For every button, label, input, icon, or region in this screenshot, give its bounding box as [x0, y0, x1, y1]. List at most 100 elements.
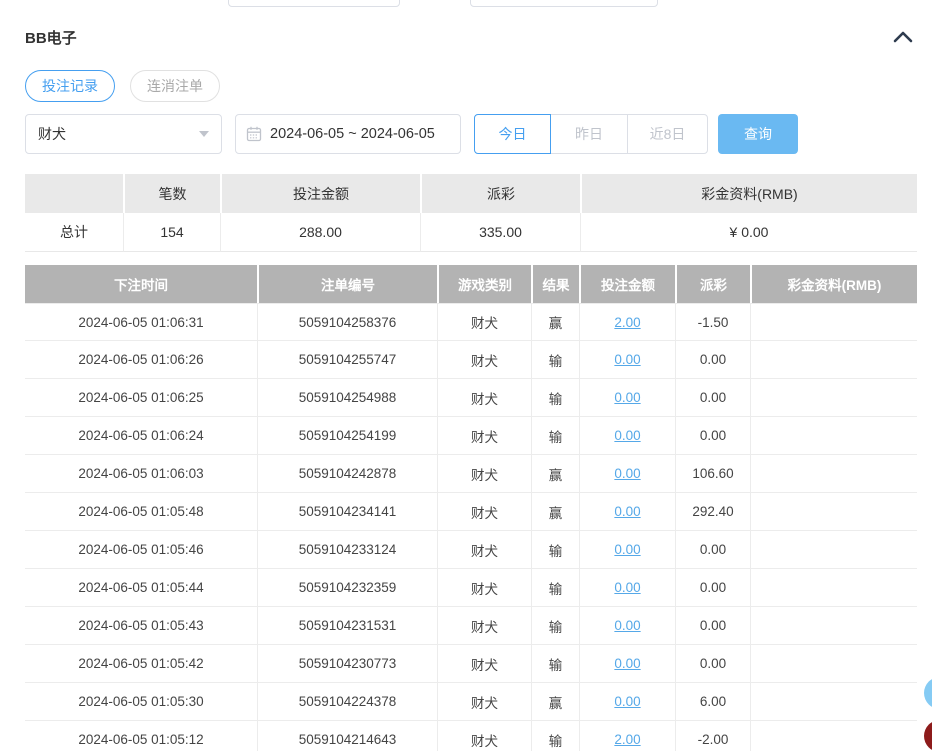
result-cell: 输: [531, 645, 579, 683]
summary-header-payout: 派彩: [420, 174, 580, 213]
calendar-icon: [246, 126, 262, 142]
summary-total-label: 总计: [25, 213, 123, 252]
bet-amount-cell: 0.00: [579, 379, 675, 417]
bet-amount-link[interactable]: 0.00: [614, 694, 640, 709]
section-header: BB电子: [25, 28, 913, 46]
order-no-cell: 5059104233124: [257, 531, 437, 569]
result-cell: 输: [531, 721, 579, 751]
table-row: 2024-06-05 01:06:31 5059104258376 财犬 赢 2…: [25, 303, 917, 341]
floating-button-blue[interactable]: [924, 677, 932, 709]
order-no-cell: 5059104254199: [257, 417, 437, 455]
summary-header-bonus: 彩金资料(RMB): [580, 174, 917, 213]
order-no-cell: 5059104254988: [257, 379, 437, 417]
bet-amount-link[interactable]: 2.00: [614, 315, 640, 330]
bet-amount-link[interactable]: 0.00: [614, 504, 640, 519]
summary-total-bonus: ¥ 0.00: [580, 213, 917, 252]
payout-cell: 0.00: [675, 607, 750, 645]
game-type-cell: 财犬: [437, 683, 531, 721]
game-select[interactable]: 财犬: [25, 114, 222, 154]
bet-amount-link[interactable]: 0.00: [614, 656, 640, 671]
bonus-cell: [750, 455, 917, 493]
bet-amount-link[interactable]: 2.00: [614, 732, 640, 747]
game-select-value: 财犬: [38, 124, 66, 144]
game-type-cell: 财犬: [437, 303, 531, 341]
payout-cell: 6.00: [675, 683, 750, 721]
bet-amount-cell: 0.00: [579, 341, 675, 379]
tab-bar: 投注记录 连消注单: [25, 70, 932, 102]
bet-time-cell: 2024-06-05 01:05:48: [25, 493, 257, 531]
payout-cell: 0.00: [675, 379, 750, 417]
bet-records-page: BB电子 投注记录 连消注单 财犬: [0, 0, 932, 751]
column-header-bet-amount: 投注金额: [579, 265, 675, 303]
summary-total-bet-amount: 288.00: [220, 213, 420, 252]
bet-time-cell: 2024-06-05 01:06:26: [25, 341, 257, 379]
summary-header-row: 笔数 投注金额 派彩 彩金资料(RMB): [25, 174, 917, 213]
table-row: 2024-06-05 01:05:42 5059104230773 财犬 输 0…: [25, 645, 917, 683]
search-button[interactable]: 查询: [718, 114, 798, 154]
table-row: 2024-06-05 01:06:26 5059104255747 财犬 输 0…: [25, 341, 917, 379]
bet-amount-cell: 0.00: [579, 455, 675, 493]
chevron-up-icon[interactable]: [893, 31, 913, 43]
bet-time-cell: 2024-06-05 01:05:42: [25, 645, 257, 683]
payout-cell: 0.00: [675, 531, 750, 569]
table-row: 2024-06-05 01:05:48 5059104234141 财犬 赢 0…: [25, 493, 917, 531]
bet-time-cell: 2024-06-05 01:05:44: [25, 569, 257, 607]
bet-amount-link[interactable]: 0.00: [614, 428, 640, 443]
payout-cell: 0.00: [675, 341, 750, 379]
column-header-payout: 派彩: [675, 265, 750, 303]
table-row: 2024-06-05 01:05:12 5059104214643 财犬 输 2…: [25, 721, 917, 751]
result-cell: 赢: [531, 455, 579, 493]
bet-amount-cell: 0.00: [579, 645, 675, 683]
game-type-cell: 财犬: [437, 379, 531, 417]
game-type-cell: 财犬: [437, 607, 531, 645]
column-header-result: 结果: [531, 265, 579, 303]
order-no-cell: 5059104258376: [257, 303, 437, 341]
order-no-cell: 5059104230773: [257, 645, 437, 683]
date-range-input[interactable]: 2024-06-05 ~ 2024-06-05: [235, 114, 461, 154]
bet-amount-link[interactable]: 0.00: [614, 390, 640, 405]
order-no-cell: 5059104214643: [257, 721, 437, 751]
table-row: 2024-06-05 01:05:44 5059104232359 财犬 输 0…: [25, 569, 917, 607]
bet-time-cell: 2024-06-05 01:05:12: [25, 721, 257, 751]
result-cell: 赢: [531, 303, 579, 341]
column-header-bet-time: 下注时间: [25, 265, 257, 303]
floating-button-red[interactable]: [924, 720, 932, 751]
bet-amount-link[interactable]: 0.00: [614, 352, 640, 367]
column-header-bonus: 彩金资料(RMB): [750, 265, 917, 303]
bet-amount-link[interactable]: 0.00: [614, 618, 640, 633]
payout-cell: 292.40: [675, 493, 750, 531]
bonus-cell: [750, 417, 917, 455]
game-type-cell: 财犬: [437, 455, 531, 493]
bonus-cell: [750, 569, 917, 607]
bet-amount-cell: 2.00: [579, 303, 675, 341]
result-cell: 输: [531, 607, 579, 645]
bet-amount-cell: 0.00: [579, 417, 675, 455]
bet-amount-link[interactable]: 0.00: [614, 580, 640, 595]
cropped-input-above-2[interactable]: [470, 0, 658, 7]
payout-cell: 0.00: [675, 417, 750, 455]
section-title: BB电子: [25, 27, 77, 48]
quick-range-last8days[interactable]: 近8日: [627, 114, 708, 154]
quick-range-today[interactable]: 今日: [474, 114, 551, 154]
bet-amount-cell: 0.00: [579, 607, 675, 645]
tab-cancelled-orders[interactable]: 连消注单: [130, 70, 220, 102]
tab-bet-records[interactable]: 投注记录: [25, 70, 115, 102]
bonus-cell: [750, 379, 917, 417]
order-no-cell: 5059104242878: [257, 455, 437, 493]
quick-range-yesterday[interactable]: 昨日: [550, 114, 628, 154]
bet-amount-link[interactable]: 0.00: [614, 542, 640, 557]
cropped-input-above-1[interactable]: [228, 0, 400, 7]
table-row: 2024-06-05 01:06:25 5059104254988 财犬 输 0…: [25, 379, 917, 417]
game-type-cell: 财犬: [437, 531, 531, 569]
payout-cell: 0.00: [675, 645, 750, 683]
chevron-down-icon: [199, 131, 209, 137]
game-type-cell: 财犬: [437, 417, 531, 455]
summary-header-empty: [25, 174, 123, 213]
order-no-cell: 5059104234141: [257, 493, 437, 531]
summary-header-count: 笔数: [123, 174, 220, 213]
bet-time-cell: 2024-06-05 01:05:43: [25, 607, 257, 645]
order-no-cell: 5059104232359: [257, 569, 437, 607]
bet-amount-cell: 0.00: [579, 531, 675, 569]
bet-amount-link[interactable]: 0.00: [614, 466, 640, 481]
game-type-cell: 财犬: [437, 645, 531, 683]
